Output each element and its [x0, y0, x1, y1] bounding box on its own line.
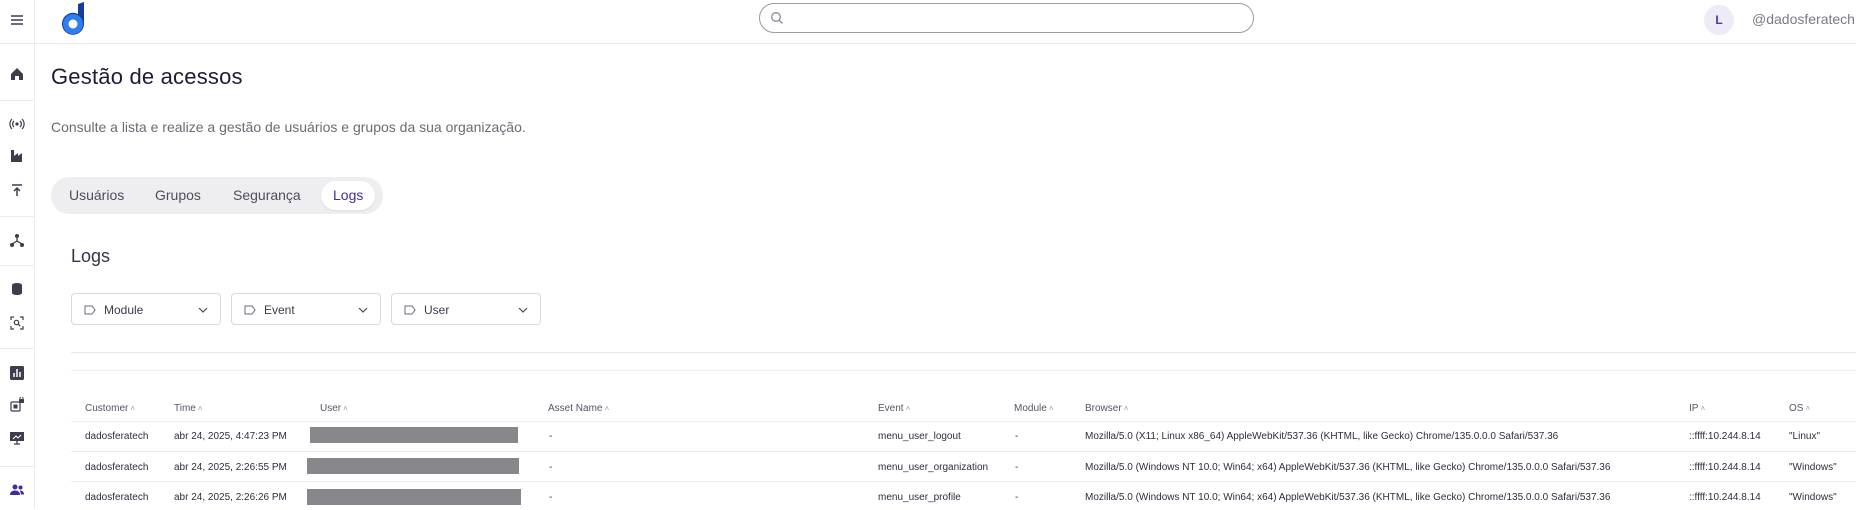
- cell-ip: ::ffff:10.244.8.14: [1689, 431, 1761, 442]
- chevron-down-icon: [198, 304, 208, 314]
- cell-ip: ::ffff:10.244.8.14: [1689, 492, 1761, 503]
- row-divider: [71, 481, 1856, 482]
- sort-icon: ˄: [604, 404, 610, 413]
- upload-icon[interactable]: [8, 181, 26, 199]
- network-icon[interactable]: [8, 231, 26, 249]
- filter-label: User: [424, 303, 450, 317]
- tag-icon: [404, 304, 416, 315]
- monitor-chart-icon[interactable]: [8, 429, 26, 447]
- module-filter-select[interactable]: Module: [71, 293, 221, 325]
- avatar[interactable]: L: [1704, 5, 1734, 35]
- cell-event: menu_user_organization: [878, 462, 989, 473]
- cell-asset-name: -: [549, 462, 553, 473]
- scan-search-icon[interactable]: [8, 314, 26, 332]
- cell-module: -: [1015, 462, 1019, 473]
- sort-icon: ˄: [130, 404, 136, 413]
- bar-chart-icon[interactable]: [8, 364, 26, 382]
- cell-browser: Mozilla/5.0 (X11; Linux x86_64) AppleWeb…: [1085, 431, 1559, 442]
- search-icon: [770, 11, 784, 25]
- tab-logs[interactable]: Logs: [321, 181, 376, 210]
- cell-time: abr 24, 2025, 4:47:23 PM: [174, 431, 287, 442]
- sort-icon: ˄: [1700, 404, 1706, 413]
- column-header-module[interactable]: Module ˄: [1014, 403, 1053, 414]
- factory-icon[interactable]: [8, 147, 26, 165]
- filter-label: Module: [104, 303, 144, 317]
- left-nav-rail: [0, 0, 35, 509]
- column-header-ip[interactable]: IP ˄: [1689, 403, 1705, 414]
- chevron-down-icon: [518, 304, 528, 314]
- column-header-os[interactable]: OS ˄: [1789, 403, 1810, 414]
- column-header-user[interactable]: User ˄: [320, 403, 348, 414]
- cell-os: "Windows": [1789, 462, 1837, 473]
- tag-icon: [244, 304, 256, 315]
- chevron-down-icon: [358, 304, 368, 314]
- signal-icon[interactable]: [8, 115, 26, 133]
- cell-module: -: [1015, 431, 1019, 442]
- top-header: L @dadosferatech: [34, 0, 1856, 44]
- event-filter-select[interactable]: Event: [231, 293, 381, 325]
- menu-icon[interactable]: [8, 11, 26, 29]
- cell-browser: Mozilla/5.0 (Windows NT 10.0; Win64; x64…: [1085, 462, 1611, 473]
- cell-customer: dadosferatech: [85, 462, 149, 473]
- sort-icon: ˄: [343, 404, 348, 413]
- tab-bar: Usuários Grupos Segurança Logs: [51, 177, 383, 214]
- sort-icon: ˄: [905, 404, 911, 413]
- dadosfera-logo[interactable]: [58, 2, 88, 36]
- column-header-time[interactable]: Time ˄: [174, 403, 203, 414]
- header-row-divider: [71, 421, 1856, 422]
- cell-asset-name: -: [549, 492, 553, 503]
- cell-ip: ::ffff:10.244.8.14: [1689, 462, 1761, 473]
- cell-customer: dadosferatech: [85, 492, 149, 503]
- row-divider: [71, 451, 1856, 452]
- filter-label: Event: [264, 303, 295, 317]
- cell-customer: dadosferatech: [85, 431, 149, 442]
- username-label[interactable]: @dadosferatech: [1752, 11, 1855, 27]
- section-divider: [71, 352, 1856, 353]
- user-filter-select[interactable]: User: [391, 293, 541, 325]
- sort-icon: ˄: [197, 404, 203, 413]
- search-input[interactable]: [790, 8, 1244, 30]
- users-icon[interactable]: [8, 481, 26, 499]
- column-header-browser[interactable]: Browser ˄: [1085, 403, 1128, 414]
- column-header-customer[interactable]: Customer ˄: [85, 403, 135, 414]
- redacted-user-cell: [307, 458, 519, 474]
- search-bar[interactable]: [759, 3, 1254, 33]
- tab-grupos[interactable]: Grupos: [143, 181, 213, 210]
- page-description: Consulte a lista e realize a gestão de u…: [51, 119, 526, 135]
- cell-time: abr 24, 2025, 2:26:26 PM: [174, 492, 287, 503]
- tab-usuarios[interactable]: Usuários: [57, 181, 136, 210]
- sort-icon: ˄: [1048, 404, 1054, 413]
- database-icon[interactable]: [8, 280, 26, 298]
- page-title: Gestão de acessos: [51, 64, 243, 89]
- sort-icon: ˄: [1123, 404, 1129, 413]
- cell-time: abr 24, 2025, 2:26:55 PM: [174, 462, 287, 473]
- home-icon[interactable]: [8, 65, 26, 83]
- cell-os: "Windows": [1789, 492, 1837, 503]
- redacted-user-cell: [307, 489, 521, 505]
- locked-chip-icon[interactable]: [8, 396, 26, 414]
- cell-asset-name: -: [549, 431, 553, 442]
- sort-icon: ˄: [1805, 404, 1811, 413]
- column-header-asset-name[interactable]: Asset Name ˄: [548, 403, 609, 414]
- redacted-user-cell: [310, 427, 518, 443]
- cell-module: -: [1015, 492, 1019, 503]
- tag-icon: [84, 304, 96, 315]
- cell-event: menu_user_logout: [878, 431, 961, 442]
- logs-section-title: Logs: [71, 246, 111, 266]
- cell-browser: Mozilla/5.0 (Windows NT 10.0; Win64; x64…: [1085, 492, 1611, 503]
- cell-event: menu_user_profile: [878, 492, 961, 503]
- column-header-event[interactable]: Event ˄: [878, 403, 910, 414]
- cell-os: "Linux": [1789, 431, 1821, 442]
- tab-seguranca[interactable]: Segurança: [221, 181, 313, 210]
